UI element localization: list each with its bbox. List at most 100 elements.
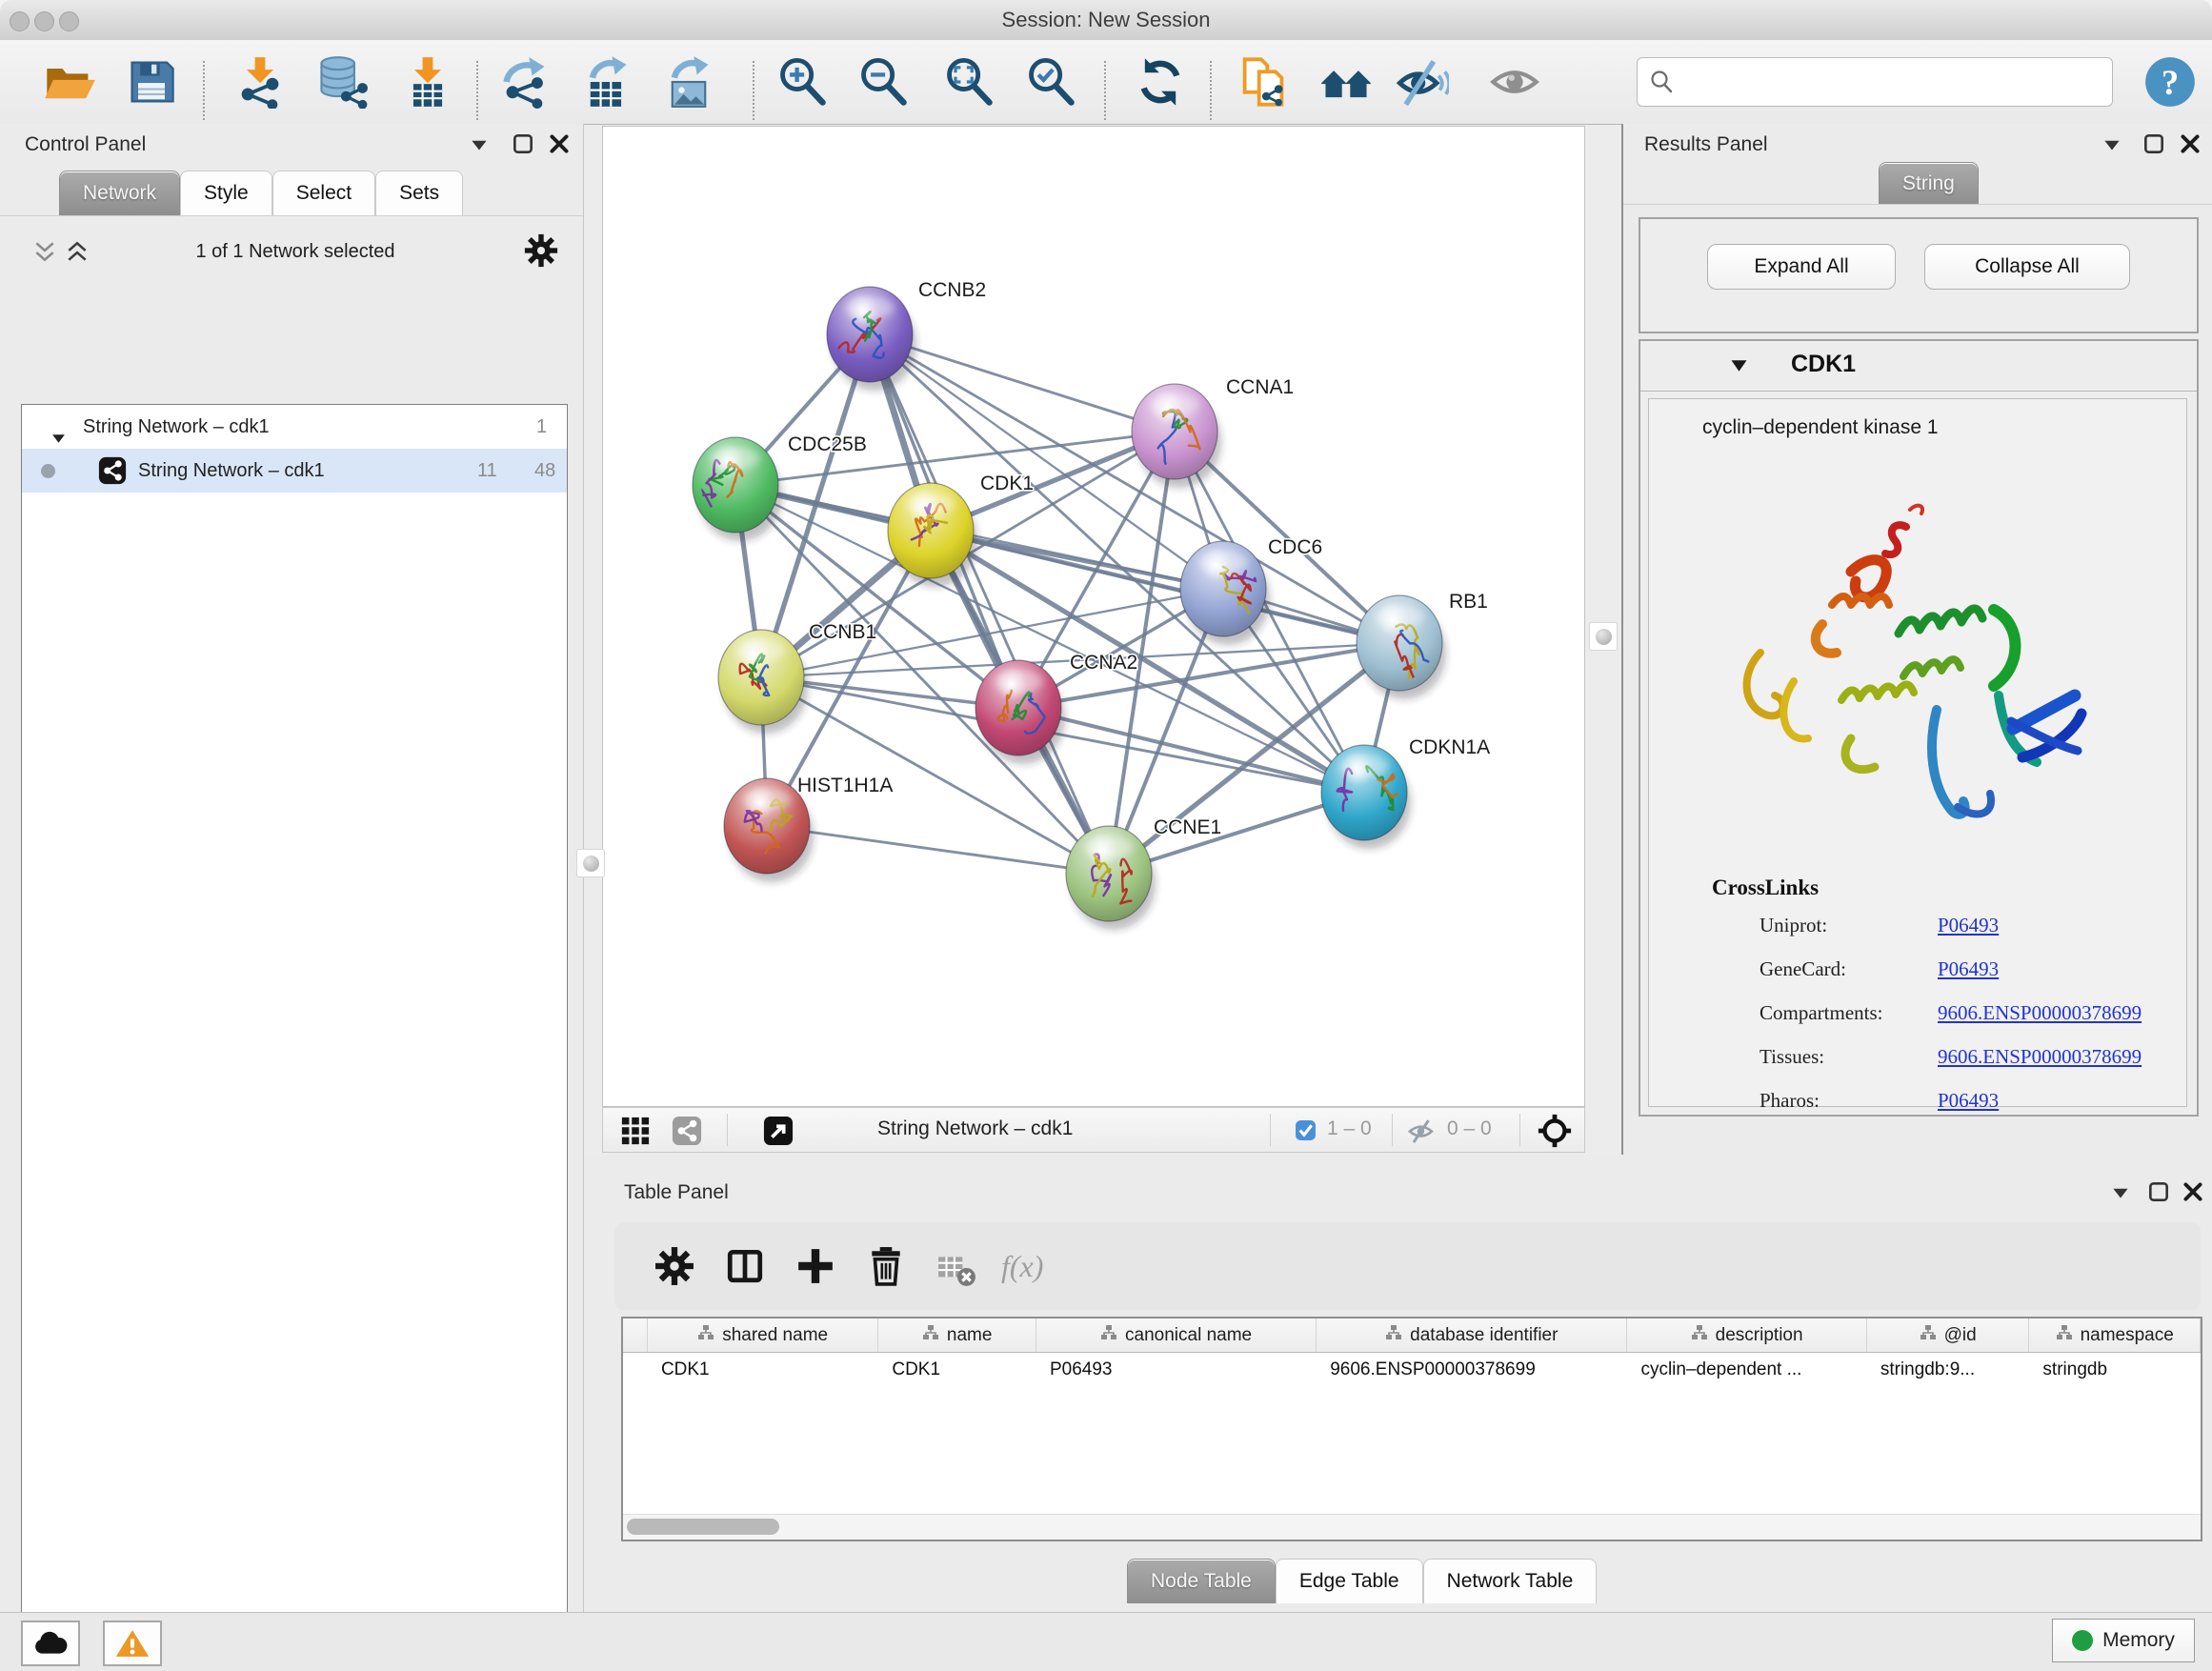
show-columns-icon[interactable]	[725, 1246, 765, 1286]
export-image-icon[interactable]	[662, 55, 715, 109]
control-panel-menu-icon[interactable]	[467, 131, 492, 156]
network-options-gear-icon[interactable]	[524, 233, 558, 268]
edge-CCNB2-CCNE1[interactable]	[870, 334, 1109, 874]
control-panel-title: Control Panel	[25, 133, 146, 156]
cell-name[interactable]: CDK1	[878, 1353, 1036, 1387]
tab-network[interactable]: Network	[59, 171, 180, 215]
control-panel-float-icon[interactable]	[511, 131, 535, 156]
crosshair-icon[interactable]	[1537, 1113, 1573, 1154]
crosslink-link[interactable]: P06493	[1938, 957, 1999, 981]
node-CCNB2[interactable]	[827, 287, 916, 391]
left-splitter-handle[interactable]	[576, 849, 605, 877]
open-session-icon[interactable]	[43, 55, 96, 109]
cloud-button[interactable]	[21, 1621, 80, 1666]
crosslinks-list: Uniprot:P06493GeneCard:P06493Compartment…	[1649, 914, 2186, 1133]
function-builder-icon[interactable]: f(x)	[1001, 1249, 1043, 1284]
table-panel-float-icon[interactable]	[2146, 1179, 2171, 1204]
home-icon[interactable]	[1319, 55, 1373, 109]
tab-string[interactable]: String	[1879, 162, 1979, 205]
import-network-from-database-icon[interactable]	[315, 55, 369, 109]
collapse-all-networks-icon[interactable]	[32, 239, 57, 264]
results-panel-float-icon[interactable]	[2142, 131, 2166, 156]
string-panel-toggle-icon[interactable]	[672, 1116, 702, 1151]
collapse-all-button[interactable]: Collapse All	[1924, 244, 2130, 290]
delete-column-trash-icon[interactable]	[866, 1246, 906, 1286]
window-title: Session: New Session	[0, 8, 2212, 32]
clone-network-icon[interactable]	[1237, 55, 1290, 109]
node-CDC6[interactable]	[1180, 541, 1270, 645]
cell-description[interactable]: cyclin–dependent ...	[1627, 1353, 1866, 1387]
column-header-shared-name[interactable]: shared name	[648, 1319, 878, 1352]
zoom-selected-icon[interactable]	[1024, 55, 1077, 109]
table-horizontal-scrollbar[interactable]	[623, 1514, 2201, 1540]
tab-edge-table[interactable]: Edge Table	[1276, 1559, 1423, 1603]
results-panel-close-icon[interactable]	[2178, 131, 2202, 156]
tab-node-table[interactable]: Node Table	[1127, 1559, 1276, 1603]
open-in-browser-icon[interactable]	[763, 1116, 794, 1151]
right-splitter-handle[interactable]	[1589, 622, 1618, 651]
create-column-icon[interactable]	[795, 1246, 835, 1286]
delete-table-icon[interactable]	[936, 1249, 971, 1283]
crosslink-link[interactable]: 9606.ENSP00000378699	[1938, 1001, 2142, 1025]
search-field[interactable]	[1637, 57, 2113, 107]
crosslink-link[interactable]: P06493	[1938, 1089, 1999, 1113]
search-input[interactable]	[1683, 70, 2101, 94]
zoom-out-icon[interactable]	[856, 55, 910, 109]
control-panel-close-icon[interactable]	[547, 131, 572, 156]
column-header-namespace[interactable]: namespace	[2029, 1319, 2201, 1352]
crosslink-row: Pharos:P06493	[1649, 1089, 2186, 1133]
birds-eye-view-icon[interactable]	[620, 1116, 651, 1151]
node-CCNA1[interactable]	[1132, 384, 1221, 488]
memory-button[interactable]: Memory	[2052, 1619, 2195, 1662]
network-row-selected[interactable]: String Network – cdk1 11 48	[22, 449, 567, 493]
edge-CCNA2-CDKN1A[interactable]	[1018, 708, 1364, 793]
tab-network-table[interactable]: Network Table	[1423, 1559, 1598, 1603]
results-panel-menu-icon[interactable]	[2100, 131, 2124, 156]
cell-canonical-name[interactable]: P06493	[1036, 1353, 1317, 1387]
tab-sets[interactable]: Sets	[375, 171, 463, 215]
table-settings-gear-icon[interactable]	[654, 1246, 694, 1286]
save-session-icon[interactable]	[125, 55, 178, 109]
column-header-database-identifier[interactable]: database identifier	[1317, 1319, 1627, 1352]
crosslink-link[interactable]: 9606.ENSP00000378699	[1938, 1045, 2142, 1069]
expand-all-button[interactable]: Expand All	[1707, 244, 1896, 290]
warnings-button[interactable]	[103, 1621, 162, 1666]
hidden-eye-icon[interactable]	[1407, 1117, 1436, 1150]
import-table-from-file-icon[interactable]	[401, 55, 454, 109]
scrollbar-thumb[interactable]	[627, 1519, 779, 1535]
cell-database-identifier[interactable]: 9606.ENSP00000378699	[1317, 1353, 1627, 1387]
network-collection-row[interactable]: String Network – cdk1 1	[22, 405, 567, 449]
node-RB1[interactable]	[1357, 595, 1450, 699]
cell--id[interactable]: stringdb:9...	[1867, 1353, 2030, 1387]
crosslink-link[interactable]: P06493	[1938, 914, 1999, 937]
export-table-icon[interactable]	[580, 55, 633, 109]
column-header--id[interactable]: @id	[1867, 1319, 2030, 1352]
table-panel-menu-icon[interactable]	[2108, 1179, 2133, 1204]
zoom-fit-content-icon[interactable]	[942, 55, 995, 109]
edge-HIST1H1A-CCNE1[interactable]	[767, 826, 1109, 874]
table-panel-close-icon[interactable]	[2181, 1179, 2205, 1204]
apply-preferred-layout-icon[interactable]	[1134, 55, 1187, 109]
zoom-in-icon[interactable]	[775, 55, 829, 109]
selected-checkbox-icon[interactable]	[1295, 1119, 1317, 1146]
hide-selected-icon[interactable]	[1396, 55, 1449, 109]
tab-select[interactable]: Select	[272, 171, 375, 215]
expand-all-networks-icon[interactable]	[65, 239, 90, 264]
node-CCNE1[interactable]	[1066, 826, 1156, 930]
cell-shared-name[interactable]: CDK1	[648, 1353, 878, 1387]
node-CDC25B[interactable]	[693, 437, 782, 541]
export-network-icon[interactable]	[498, 55, 552, 109]
import-network-from-file-icon[interactable]	[233, 55, 287, 109]
node-CDK1[interactable]	[888, 483, 977, 587]
show-all-icon[interactable]	[1488, 55, 1541, 109]
search-icon	[1649, 70, 1674, 94]
node-CDKN1A[interactable]	[1321, 745, 1411, 849]
tab-style[interactable]: Style	[180, 171, 272, 215]
cell-namespace[interactable]: stringdb	[2029, 1353, 2201, 1387]
column-header-description[interactable]: description	[1627, 1319, 1866, 1352]
column-header-name[interactable]: name	[878, 1319, 1036, 1352]
column-header-canonical-name[interactable]: canonical name	[1036, 1319, 1317, 1352]
help-icon[interactable]: ?	[2143, 55, 2197, 109]
protein-expander-icon[interactable]	[1730, 358, 1748, 378]
network-canvas[interactable]: CCNB2CCNA1CDC25BCDK1CDC6RB1CCNB1CCNA2CDK…	[602, 126, 1585, 1107]
